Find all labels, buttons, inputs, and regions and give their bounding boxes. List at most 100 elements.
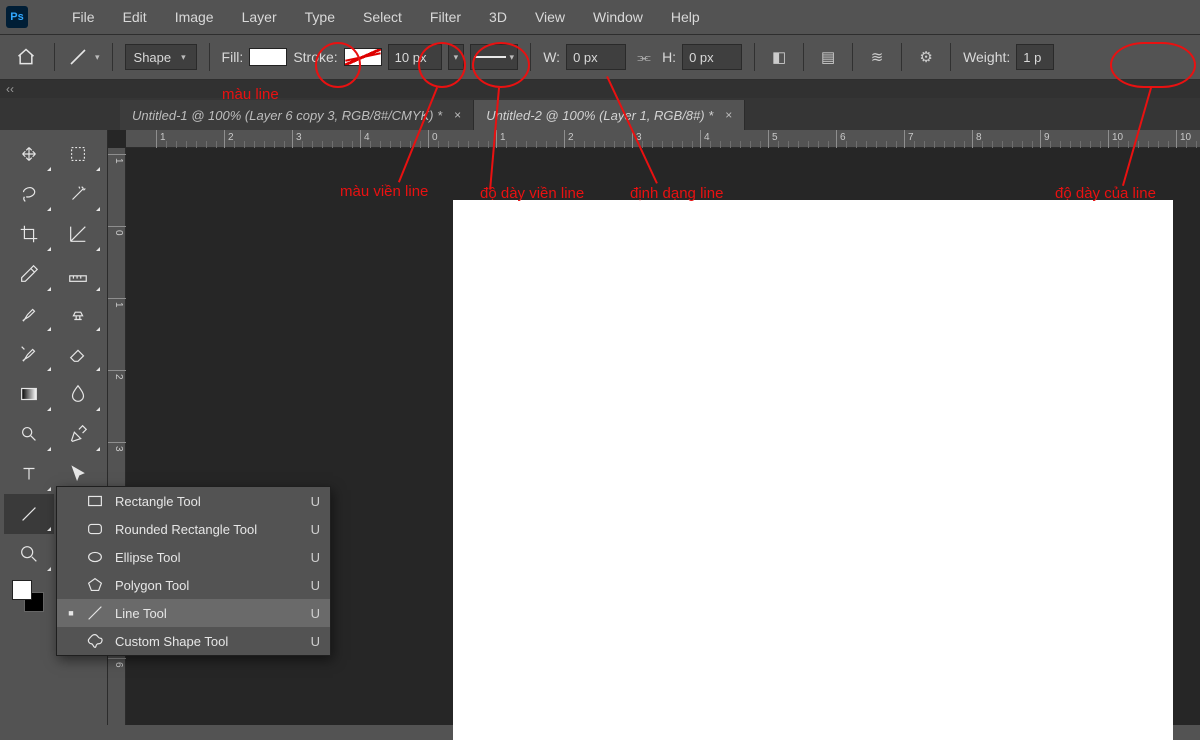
flyout-item-ellipse[interactable]: Ellipse ToolU: [57, 543, 330, 571]
menu-window[interactable]: Window: [579, 3, 657, 31]
ruler-tool[interactable]: [54, 254, 104, 294]
separator: [754, 43, 755, 71]
ruler-tick: 7: [904, 130, 914, 148]
document-tabs: Untitled-1 @ 100% (Layer 6 copy 3, RGB/8…: [0, 98, 1200, 130]
menu-layer[interactable]: Layer: [228, 3, 291, 31]
height-input[interactable]: [682, 44, 742, 70]
collapse-chevrons-icon: ‹‹: [6, 82, 14, 96]
link-wh-icon[interactable]: ⫘: [632, 49, 656, 66]
brush-tool[interactable]: [4, 294, 54, 334]
flyout-label: Line Tool: [115, 606, 301, 621]
shape-tool-flyout: Rectangle ToolURounded Rectangle ToolUEl…: [56, 486, 331, 656]
poly-icon: [85, 575, 105, 595]
close-icon[interactable]: ×: [725, 108, 732, 122]
line-icon: [85, 603, 105, 623]
line-tool-icon: [67, 46, 89, 68]
flyout-item-line[interactable]: ■Line ToolU: [57, 599, 330, 627]
history-brush-tool[interactable]: [4, 334, 54, 374]
tool-mode-dropdown[interactable]: Shape▾: [125, 44, 197, 70]
flyout-item-rect[interactable]: Rectangle ToolU: [57, 487, 330, 515]
separator: [54, 43, 55, 71]
magic-wand-tool[interactable]: [54, 174, 104, 214]
flyout-label: Rounded Rectangle Tool: [115, 522, 301, 537]
ruler-tick: 1: [108, 154, 126, 164]
fill-swatch[interactable]: [249, 48, 287, 66]
zoom-tool[interactable]: [4, 534, 54, 574]
ruler-tick: 4: [360, 130, 370, 148]
blur-tool[interactable]: [54, 374, 104, 414]
ruler-tick: 6: [108, 658, 126, 668]
menu-filter[interactable]: Filter: [416, 3, 475, 31]
separator: [209, 43, 210, 71]
slice-tool[interactable]: [54, 214, 104, 254]
menu-view[interactable]: View: [521, 3, 579, 31]
flyout-shortcut: U: [311, 606, 320, 621]
flyout-label: Custom Shape Tool: [115, 634, 301, 649]
stroke-width-chevron[interactable]: ▾: [448, 44, 465, 70]
menu-help[interactable]: Help: [657, 3, 714, 31]
align-icon[interactable]: ▤: [816, 48, 840, 66]
menu-type[interactable]: Type: [291, 3, 349, 31]
rect-icon: [85, 491, 105, 511]
separator: [901, 43, 902, 71]
fgbg-swatch[interactable]: [4, 574, 54, 614]
menu-image[interactable]: Image: [161, 3, 228, 31]
ruler-tick: 5: [768, 130, 778, 148]
stroke-style-dropdown[interactable]: ▾: [470, 44, 518, 70]
weight-input[interactable]: [1016, 44, 1054, 70]
panel-collapse-strip[interactable]: ‹‹: [0, 80, 1200, 98]
ruler-tick: 10: [1176, 130, 1191, 148]
ruler-tick: 2: [108, 370, 126, 380]
ruler-tick: 3: [108, 442, 126, 452]
home-icon[interactable]: [10, 42, 42, 72]
ellipse-icon: [85, 547, 105, 567]
path-ops-icon[interactable]: ◧: [767, 48, 791, 66]
gradient-tool[interactable]: [4, 374, 54, 414]
menu-select[interactable]: Select: [349, 3, 416, 31]
flyout-item-rrect[interactable]: Rounded Rectangle Tool U: [57, 515, 330, 543]
ruler-tick: 2: [564, 130, 574, 148]
lasso-tool[interactable]: [4, 174, 54, 214]
stroke-swatch[interactable]: [344, 48, 382, 66]
ruler-tick: 3: [292, 130, 302, 148]
flyout-shortcut: U: [311, 550, 320, 565]
ruler-tick: 4: [700, 130, 710, 148]
rrect-icon: [85, 519, 105, 539]
type-tool[interactable]: [4, 454, 54, 494]
move-tool[interactable]: [4, 134, 54, 174]
line-tool[interactable]: [4, 494, 54, 534]
weight-label: Weight:: [963, 49, 1010, 65]
eraser-tool[interactable]: [54, 334, 104, 374]
close-icon[interactable]: ×: [454, 108, 461, 122]
stroke-width-input[interactable]: [388, 44, 442, 70]
tool-preset-chevron-icon[interactable]: ▾: [95, 52, 100, 63]
fill-label: Fill:: [222, 49, 244, 65]
flyout-item-poly[interactable]: Polygon ToolU: [57, 571, 330, 599]
tab-title: Untitled-2 @ 100% (Layer 1, RGB/8#) *: [486, 108, 713, 123]
crop-tool[interactable]: [4, 214, 54, 254]
flyout-item-custom[interactable]: Custom Shape ToolU: [57, 627, 330, 655]
gear-icon[interactable]: ⚙: [914, 48, 938, 66]
ruler-tick: 9: [1040, 130, 1050, 148]
width-input[interactable]: [566, 44, 626, 70]
ruler-tick: 1: [156, 130, 166, 148]
menu-file[interactable]: File: [58, 3, 109, 31]
height-label: H:: [662, 49, 676, 65]
menu-edit[interactable]: Edit: [109, 3, 161, 31]
separator: [112, 43, 113, 71]
canvas[interactable]: [453, 200, 1173, 740]
document-tab[interactable]: Untitled-2 @ 100% (Layer 1, RGB/8#) * ×: [474, 100, 745, 130]
stamp-tool[interactable]: [54, 294, 104, 334]
eyedropper-tool[interactable]: [4, 254, 54, 294]
arrange-icon[interactable]: ≋: [865, 48, 889, 66]
stroke-label: Stroke:: [293, 49, 337, 65]
ruler-tick: 2: [224, 130, 234, 148]
menu-3d[interactable]: 3D: [475, 3, 521, 31]
pen-tool[interactable]: [54, 414, 104, 454]
app-logo: Ps: [6, 6, 28, 28]
flyout-shortcut: U: [311, 522, 320, 537]
options-bar: ▾ Shape▾ Fill: Stroke: ▾ ▾ W: ⫘ H: ◧ ▤ ≋…: [0, 34, 1200, 80]
separator: [852, 43, 853, 71]
dodge-tool[interactable]: [4, 414, 54, 454]
marquee-tool[interactable]: [54, 134, 104, 174]
